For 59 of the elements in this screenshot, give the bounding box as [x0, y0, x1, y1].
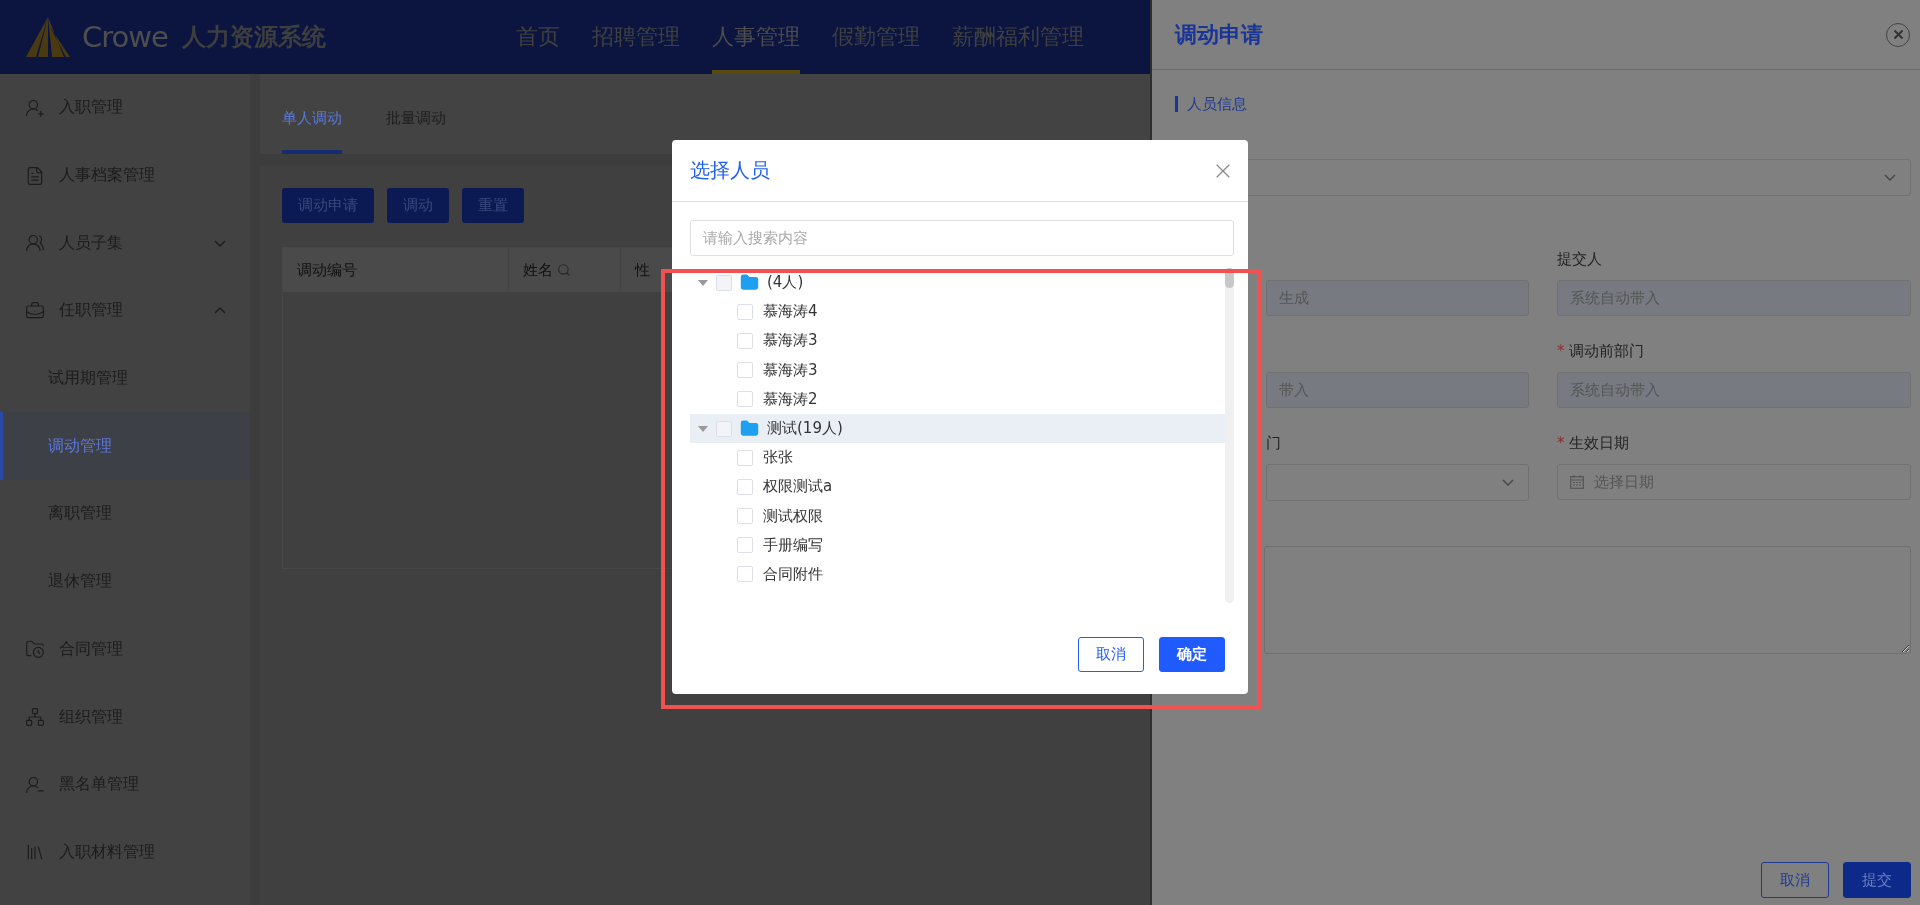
field-label: 门	[1266, 432, 1282, 454]
confirm-button[interactable]: 确定	[1159, 637, 1225, 672]
submit-button[interactable]: 提交	[1843, 862, 1911, 898]
close-icon	[1893, 30, 1903, 39]
checkbox[interactable]	[737, 478, 753, 495]
tree-label: 权限测试a	[763, 477, 833, 497]
close-icon	[1216, 163, 1230, 178]
tree-label: 测试权限	[763, 506, 823, 526]
search-icon[interactable]	[557, 263, 571, 277]
column-header: 姓名	[509, 248, 621, 292]
checkbox[interactable]	[737, 537, 753, 554]
user-minus-icon	[25, 774, 45, 795]
field-label: 提交人	[1557, 248, 1603, 270]
tree-label: 慕海涛3	[763, 331, 818, 351]
sidebar-subitem[interactable]: 调动管理	[0, 412, 250, 481]
tree-row[interactable]: 测试(19人)	[690, 413, 1225, 444]
tree-label: 手册编写	[763, 535, 823, 555]
checkbox[interactable]	[737, 508, 753, 525]
checkbox[interactable]	[737, 362, 753, 379]
logo-text: Crowe	[82, 20, 168, 54]
users-icon	[25, 233, 45, 254]
tree-label: 慕海涛2	[763, 389, 818, 409]
checkbox[interactable]	[737, 566, 753, 583]
textarea-field[interactable]	[1264, 546, 1911, 654]
cancel-button[interactable]: 取消	[1078, 637, 1144, 672]
caret-icon[interactable]	[698, 279, 708, 286]
tree-label: 慕海涛4	[763, 302, 818, 322]
cancel-button[interactable]: 取消	[1761, 862, 1829, 898]
user-plus-icon	[25, 97, 45, 118]
select-field[interactable]	[1266, 464, 1529, 501]
field-label: * 调动前部门	[1557, 340, 1645, 362]
tab[interactable]: 单人调动	[282, 109, 342, 154]
checkbox[interactable]	[737, 303, 753, 320]
dialog-title: 选择人员	[690, 157, 770, 184]
folder-icon	[740, 273, 759, 293]
checkbox[interactable]	[716, 274, 732, 291]
folder-icon	[740, 419, 759, 439]
briefcase-icon	[25, 300, 45, 321]
section-title: 人员信息	[1175, 96, 1247, 112]
folder-icon	[25, 639, 45, 660]
checkbox[interactable]	[737, 449, 753, 466]
document-icon	[25, 165, 45, 186]
tree-label: 测试(19人)	[767, 419, 843, 439]
tree-label: 合同附件	[763, 564, 823, 584]
chevron-down-icon	[1502, 479, 1514, 486]
chevron-down-icon	[1884, 174, 1896, 181]
checkbox[interactable]	[737, 391, 753, 408]
field-label: * 生效日期	[1557, 432, 1630, 454]
logo-icon	[24, 17, 72, 57]
tree-label: 慕海涛3	[763, 360, 818, 380]
calendar-icon	[1570, 475, 1584, 489]
tree-label: (4人)	[767, 273, 804, 293]
caret-icon[interactable]	[698, 425, 708, 432]
checkbox[interactable]	[737, 332, 753, 349]
close-button[interactable]	[1216, 163, 1230, 178]
search-field[interactable]: 请输入搜索内容	[690, 220, 1234, 256]
drawer-title: 调动申请	[1175, 20, 1263, 49]
hierarchy-icon	[25, 707, 45, 728]
tree-label: 张张	[763, 448, 793, 468]
